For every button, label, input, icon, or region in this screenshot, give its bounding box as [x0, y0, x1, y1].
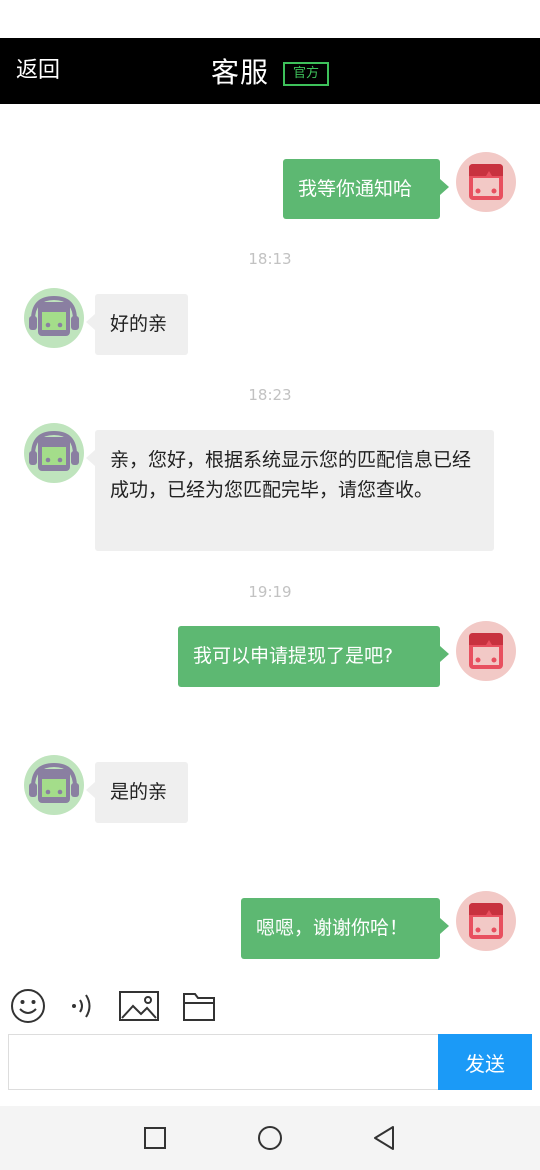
agent-avatar-icon — [24, 423, 84, 483]
user-avatar-icon — [456, 621, 516, 681]
system-nav-bar — [0, 1106, 540, 1170]
recent-apps-icon[interactable] — [141, 1124, 169, 1152]
header: 返回 客服 官方 — [0, 38, 540, 104]
agent-avatar[interactable] — [24, 288, 84, 348]
status-bar — [0, 0, 540, 38]
image-icon[interactable] — [118, 988, 160, 1024]
emoji-icon[interactable] — [10, 988, 46, 1024]
timestamp: 19:19 — [248, 583, 292, 601]
timestamp: 18:13 — [248, 250, 292, 268]
home-icon[interactable] — [256, 1124, 284, 1152]
page-title: 客服 — [210, 56, 269, 89]
agent-avatar[interactable] — [24, 423, 84, 483]
title-area: 客服 官方 — [0, 38, 540, 104]
message-bubble-sent[interactable]: 我等你通知哈 — [283, 159, 449, 219]
message-bubble-received[interactable]: 好的亲 — [86, 294, 188, 355]
timestamp: 18:23 — [248, 386, 292, 404]
official-badge: 官方 — [283, 62, 330, 86]
chat-area[interactable]: 我等你通知哈 18:13 好的亲 18:23 亲，您好，根据系统显示您的匹配信息… — [0, 104, 540, 974]
back-icon[interactable] — [370, 1124, 398, 1152]
folder-icon[interactable] — [182, 988, 216, 1024]
message-input-bar: 发送 — [8, 1034, 532, 1090]
user-avatar[interactable] — [456, 891, 516, 951]
message-bubble-received[interactable]: 是的亲 — [86, 762, 188, 823]
input-toolbar — [0, 974, 540, 1034]
voice-icon[interactable] — [68, 988, 98, 1024]
message-input[interactable] — [8, 1034, 440, 1090]
agent-avatar[interactable] — [24, 755, 84, 815]
message-bubble-sent[interactable]: 我可以申请提现了是吧? — [178, 626, 449, 687]
message-bubble-received[interactable]: 亲，您好，根据系统显示您的匹配信息已经成功，已经为您匹配完毕，请您查收。 — [86, 430, 494, 551]
user-avatar-icon — [456, 891, 516, 951]
user-avatar[interactable] — [456, 621, 516, 681]
agent-avatar-icon — [24, 755, 84, 815]
send-button[interactable]: 发送 — [438, 1034, 532, 1090]
user-avatar[interactable] — [456, 152, 516, 212]
user-avatar-icon — [456, 152, 516, 212]
message-bubble-sent[interactable]: 嗯嗯，谢谢你哈！ — [241, 898, 449, 959]
agent-avatar-icon — [24, 288, 84, 348]
